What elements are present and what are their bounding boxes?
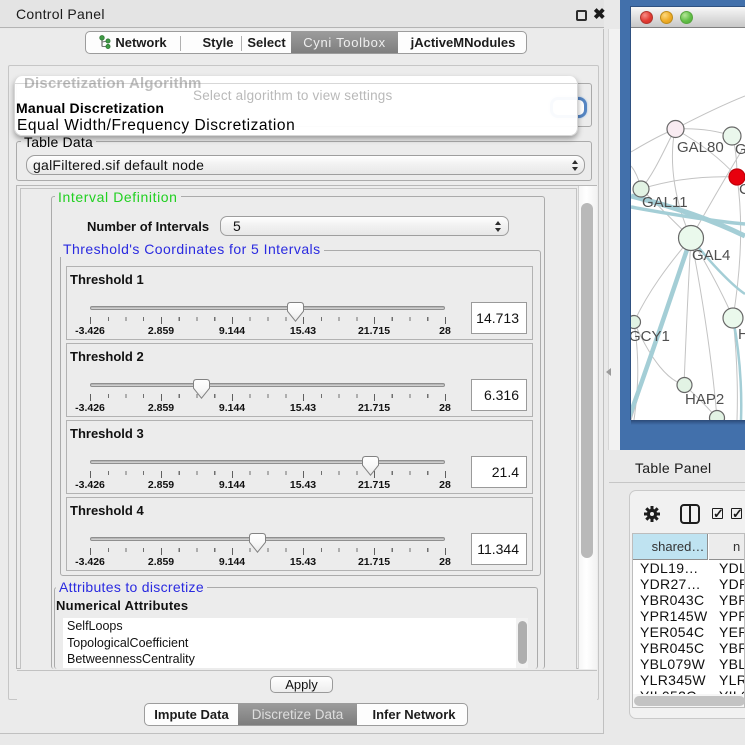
svg-text:C: C xyxy=(739,181,745,198)
svg-text:GAL80: GAL80 xyxy=(677,139,724,156)
svg-text:GAL11: GAL11 xyxy=(642,194,688,211)
svg-text:GAL4: GAL4 xyxy=(692,247,730,264)
svg-text:H: H xyxy=(738,326,745,343)
svg-text:GCY1: GCY1 xyxy=(631,328,670,345)
svg-text:GA: GA xyxy=(735,141,745,158)
svg-text:HAP2: HAP2 xyxy=(685,391,724,408)
